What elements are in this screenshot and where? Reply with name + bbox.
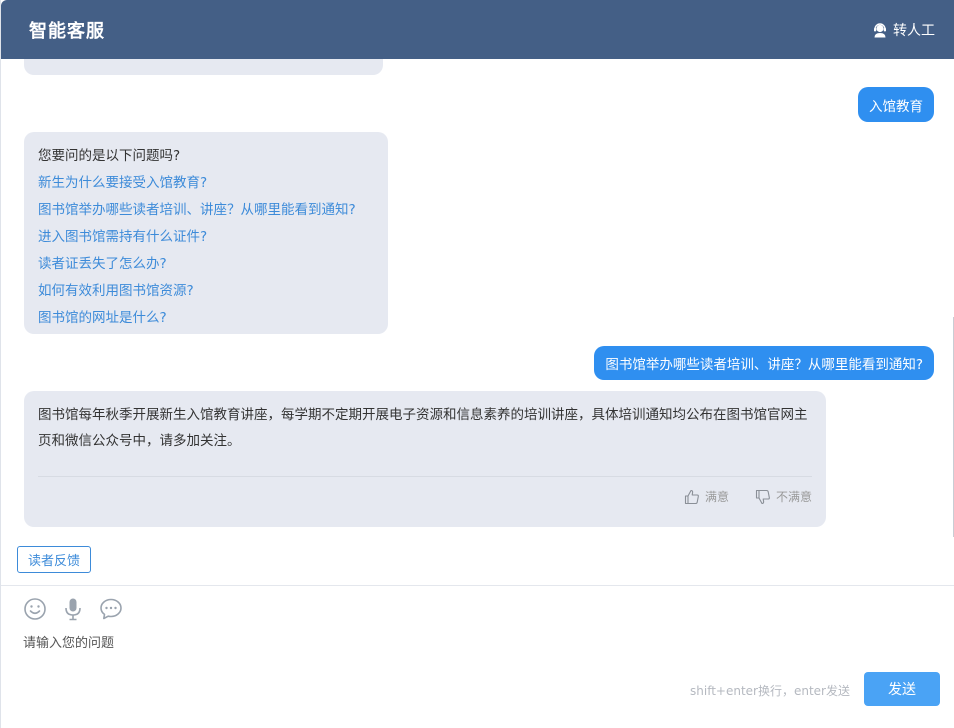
suggested-question-link[interactable]: 图书馆举办哪些读者培训、讲座？从哪里能看到通知?	[38, 200, 374, 220]
question-input[interactable]	[23, 631, 923, 655]
chat-window: 智能客服 转人工 入馆教育 您要问的是以下问题吗? 新生为什么要接受入馆教育? …	[0, 0, 954, 728]
suggestion-intro: 您要问的是以下问题吗?	[38, 148, 181, 164]
transfer-to-human-button[interactable]: 转人工	[872, 20, 935, 40]
user-message: 入馆教育	[858, 87, 934, 122]
unsatisfied-label: 不满意	[775, 490, 812, 504]
app-title: 智能客服	[29, 20, 105, 42]
user-message: 图书馆举办哪些读者培训、讲座？从哪里能看到通知?	[594, 346, 934, 380]
microphone-icon	[65, 598, 81, 621]
chat-bubble-icon	[100, 598, 122, 620]
answer-feedback: 满意 不满意	[658, 488, 812, 505]
satisfied-label: 满意	[704, 490, 729, 504]
emoji-button[interactable]	[23, 597, 47, 621]
suggestion-message: 您要问的是以下问题吗? 新生为什么要接受入馆教育? 图书馆举办哪些读者培训、讲座…	[24, 132, 388, 334]
message-list[interactable]: 入馆教育 您要问的是以下问题吗? 新生为什么要接受入馆教育? 图书馆举办哪些读者…	[1, 59, 954, 537]
satisfied-button[interactable]: 满意	[684, 488, 729, 505]
bot-answer-message: 图书馆每年秋季开展新生入馆教育讲座，每学期不定期开展电子资源和信息素养的培训讲座…	[24, 391, 826, 527]
answer-divider	[38, 476, 812, 477]
suggested-question-link[interactable]: 新生为什么要接受入馆教育?	[38, 173, 374, 193]
chat-button[interactable]	[99, 597, 123, 621]
unsatisfied-button[interactable]: 不满意	[755, 488, 812, 505]
send-button[interactable]: 发送	[864, 672, 940, 706]
user-message-text: 图书馆举办哪些读者培训、讲座？从哪里能看到通知?	[605, 357, 923, 373]
keyboard-hint: shift+enter换行，enter发送	[690, 684, 850, 698]
suggested-question-link[interactable]: 进入图书馆需持有什么证件?	[38, 227, 374, 247]
voice-input-button[interactable]	[61, 597, 85, 621]
reader-feedback-button[interactable]: 读者反馈	[17, 546, 92, 573]
input-area: shift+enter换行，enter发送 发送	[1, 585, 954, 728]
answer-text: 图书馆每年秋季开展新生入馆教育讲座，每学期不定期开展电子资源和信息素养的培训讲座…	[38, 407, 808, 449]
bot-message-previous	[24, 59, 383, 75]
customer-service-headset-icon	[874, 22, 886, 37]
user-message-text: 入馆教育	[869, 98, 923, 115]
emoji-icon	[24, 598, 46, 620]
suggested-question-link[interactable]: 图书馆的网址是什么?	[38, 308, 374, 328]
suggested-question-link[interactable]: 如何有效利用图书馆资源?	[38, 281, 374, 301]
suggested-question-link[interactable]: 读者证丢失了怎么办?	[38, 254, 374, 274]
thumbs-up-icon	[684, 489, 699, 504]
transfer-label: 转人工	[893, 22, 935, 39]
input-toolbar	[23, 597, 137, 621]
thumbs-down-icon	[755, 489, 770, 504]
header-bar: 智能客服 转人工	[1, 0, 954, 59]
